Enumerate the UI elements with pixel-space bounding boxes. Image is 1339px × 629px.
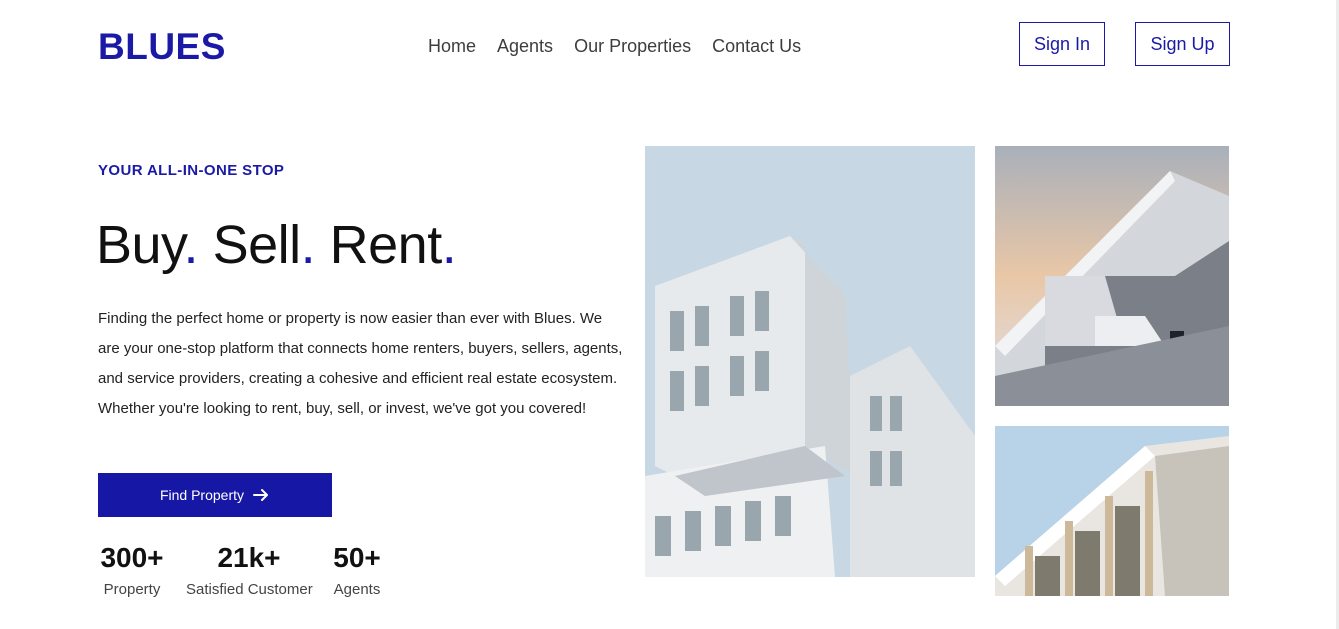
- building-photo-main: [645, 146, 975, 577]
- nav-home[interactable]: Home: [428, 35, 476, 57]
- stat-label: Satisfied Customer: [186, 581, 313, 598]
- stat-value: 300+: [100, 542, 164, 573]
- headline-word-rent: Rent: [329, 215, 443, 275]
- nav-our-properties[interactable]: Our Properties: [574, 35, 691, 57]
- headline-word-sell: Sell: [212, 215, 302, 275]
- headline-word-buy: Buy: [96, 215, 184, 275]
- stat-value: 50+: [333, 542, 381, 573]
- sign-up-button[interactable]: Sign Up: [1135, 22, 1230, 66]
- hero-headline: Buy. Sell. Rent.: [96, 212, 457, 278]
- headline-dot: .: [183, 215, 199, 275]
- stat-properties: 300+ Property: [98, 541, 166, 601]
- headline-dot: .: [441, 215, 457, 275]
- arrow-right-icon: [252, 486, 270, 504]
- find-property-button[interactable]: Find Property: [98, 473, 332, 517]
- stat-label: Property: [103, 581, 161, 598]
- stat-label: Agents: [333, 581, 381, 598]
- stat-value: 21k+: [217, 542, 281, 573]
- stat-agents: 50+ Agents: [330, 541, 384, 601]
- building-photo-bottom: [995, 426, 1229, 596]
- headline-dot: .: [300, 215, 316, 275]
- stat-customers: 21k+ Satisfied Customer: [186, 541, 313, 601]
- hero-tagline: YOUR ALL-IN-ONE STOP: [98, 162, 285, 179]
- find-property-label: Find Property: [159, 487, 245, 503]
- main-nav: Home Agents Our Properties Contact Us: [428, 35, 801, 57]
- building-photo-top: [995, 146, 1229, 406]
- nav-agents[interactable]: Agents: [497, 35, 553, 57]
- nav-contact-us[interactable]: Contact Us: [712, 35, 801, 57]
- sign-in-button[interactable]: Sign In: [1019, 22, 1105, 66]
- brand-logo[interactable]: BLUES: [98, 26, 226, 68]
- hero-description: Finding the perfect home or property is …: [98, 310, 623, 417]
